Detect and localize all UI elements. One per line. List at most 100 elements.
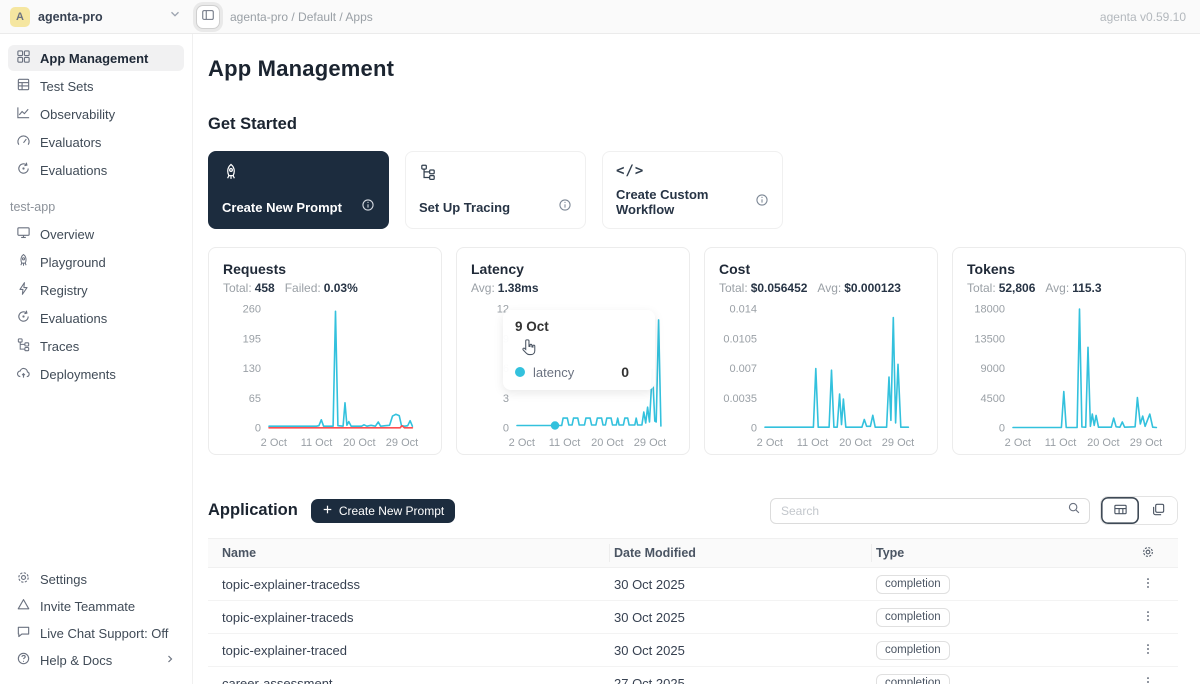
sidebar-item-label: Evaluations	[40, 163, 107, 178]
tooltip-series-row: latency 0	[515, 364, 643, 380]
svg-text:0: 0	[503, 423, 509, 435]
sidebar-item-overview[interactable]: Overview	[8, 221, 184, 247]
row-menu-button[interactable]	[1141, 609, 1155, 626]
top-bar: A agenta-pro agenta-pro / Default / Apps…	[0, 0, 1200, 34]
sidebar-item-invite-teammate[interactable]: Invite Teammate	[8, 593, 184, 619]
svg-text:11 Oct: 11 Oct	[301, 437, 333, 449]
metric-stat: Avg:$0.000123	[817, 281, 901, 295]
metric-stat: Avg:1.38ms	[471, 281, 539, 295]
row-menu-button[interactable]	[1141, 675, 1155, 684]
requests-card: Requests Total:458 Failed:0.03% 26019513…	[208, 247, 442, 455]
info-icon[interactable]	[755, 193, 769, 212]
create-custom-workflow-card[interactable]: </> Create Custom Workflow	[602, 151, 783, 229]
column-settings[interactable]	[1118, 545, 1178, 562]
table-row[interactable]: topic-explainer-traced 30 Oct 2025 compl…	[208, 634, 1178, 667]
card-label: Create Custom Workflow	[616, 187, 755, 217]
plus-icon	[322, 504, 333, 518]
sidebar-item-label: Traces	[40, 339, 79, 354]
column-header-date[interactable]: Date Modified	[610, 544, 872, 562]
svg-text:4500: 4500	[981, 393, 1005, 405]
card-label: Create New Prompt	[222, 200, 342, 215]
cards-view-icon	[1151, 502, 1166, 520]
svg-text:260: 260	[243, 304, 261, 316]
column-header-name[interactable]: Name	[208, 544, 610, 562]
sidebar-collapse-button[interactable]	[196, 5, 220, 29]
metric-title: Requests	[223, 261, 427, 277]
sidebar-item-traces[interactable]: Traces	[8, 333, 184, 359]
info-icon[interactable]	[558, 198, 572, 217]
tooltip-value: 0	[621, 364, 643, 380]
table-row[interactable]: topic-explainer-tracedss 30 Oct 2025 com…	[208, 568, 1178, 601]
sidebar-item-evaluators[interactable]: Evaluators	[8, 129, 184, 155]
app-date: 27 Oct 2025	[610, 676, 872, 684]
table-view-icon	[1113, 502, 1128, 520]
app-name: topic-explainer-tracedss	[208, 577, 610, 592]
metric-stat: Avg:115.3	[1045, 281, 1101, 295]
svg-text:13500: 13500	[974, 333, 1005, 345]
circular-arrow-icon	[16, 161, 31, 179]
row-menu-button[interactable]	[1141, 576, 1155, 593]
sidebar-item-label: Registry	[40, 283, 88, 298]
page-title: App Management	[208, 56, 1178, 82]
info-icon[interactable]	[361, 198, 375, 217]
sidebar-item-evaluations[interactable]: Evaluations	[8, 157, 184, 183]
sidebar-item-settings[interactable]: Settings	[8, 566, 184, 592]
requests-chart[interactable]: 2601951306502 Oct11 Oct20 Oct29 Oct	[223, 301, 427, 451]
sidebar-item-label: Evaluations	[40, 311, 107, 326]
rocket-icon	[222, 163, 375, 186]
app-date: 30 Oct 2025	[610, 610, 872, 625]
question-circle-icon	[16, 651, 31, 669]
svg-text:20 Oct: 20 Oct	[343, 437, 375, 449]
set-up-tracing-card[interactable]: Set Up Tracing	[405, 151, 586, 229]
app-name: career-assessment	[208, 676, 610, 684]
sidebar-item-playground[interactable]: Playground	[8, 249, 184, 275]
sidebar-item-test-sets[interactable]: Test Sets	[8, 73, 184, 99]
main-content: App Management Get Started Create New Pr…	[193, 34, 1200, 684]
workspace-name: agenta-pro	[38, 10, 160, 24]
sidebar-footer: Settings Invite Teammate Live Chat Suppo…	[0, 565, 192, 674]
breadcrumb[interactable]: agenta-pro / Default / Apps	[230, 10, 373, 24]
svg-text:20 Oct: 20 Oct	[1087, 437, 1119, 449]
workspace-selector[interactable]: A agenta-pro	[10, 7, 182, 27]
app-name: topic-explainer-traceds	[208, 610, 610, 625]
series-dot	[515, 367, 525, 377]
sidebar-item-help-docs[interactable]: Help & Docs	[8, 647, 184, 673]
metric-title: Tokens	[967, 261, 1171, 277]
row-menu-button[interactable]	[1141, 642, 1155, 659]
sidebar-item-live-chat[interactable]: Live Chat Support: Off	[8, 620, 184, 646]
type-badge: completion	[876, 674, 950, 684]
sidebar-item-label: Evaluators	[40, 135, 101, 150]
sidebar-item-label: Test Sets	[40, 79, 93, 94]
svg-text:2 Oct: 2 Oct	[509, 437, 535, 449]
sidebar-item-evaluations-app[interactable]: Evaluations	[8, 305, 184, 331]
get-started-cards: Create New Prompt Set Up Tracing </> Cre…	[208, 151, 1178, 229]
svg-text:0.014: 0.014	[729, 304, 757, 316]
search-icon[interactable]	[1067, 501, 1081, 520]
svg-text:29 Oct: 29 Oct	[386, 437, 418, 449]
table-view-button[interactable]	[1101, 497, 1139, 524]
cost-chart[interactable]: 0.0140.01050.0070.003502 Oct11 Oct20 Oct…	[719, 301, 923, 451]
view-toggle	[1100, 496, 1178, 525]
search-input[interactable]	[781, 504, 1067, 518]
tokens-chart[interactable]: 18000135009000450002 Oct11 Oct20 Oct29 O…	[967, 301, 1171, 451]
column-header-type[interactable]: Type	[872, 544, 1118, 562]
sidebar-item-label: Settings	[40, 572, 87, 587]
svg-text:130: 130	[243, 363, 261, 375]
table-row[interactable]: topic-explainer-traceds 30 Oct 2025 comp…	[208, 601, 1178, 634]
sidebar-item-label: Help & Docs	[40, 653, 112, 668]
table-row[interactable]: career-assessment 27 Oct 2025 completion	[208, 667, 1178, 684]
invite-icon	[16, 597, 31, 615]
sidebar-item-deployments[interactable]: Deployments	[8, 361, 184, 387]
create-new-prompt-card[interactable]: Create New Prompt	[208, 151, 389, 229]
svg-text:29 Oct: 29 Oct	[1130, 437, 1162, 449]
create-new-prompt-button[interactable]: Create New Prompt	[311, 499, 455, 523]
metric-cards: Requests Total:458 Failed:0.03% 26019513…	[208, 247, 1178, 455]
sidebar-item-registry[interactable]: Registry	[8, 277, 184, 303]
chart-tooltip: 9 Oct latency 0	[503, 310, 655, 390]
svg-text:29 Oct: 29 Oct	[882, 437, 914, 449]
sidebar-item-observability[interactable]: Observability	[8, 101, 184, 127]
sidebar-item-app-management[interactable]: App Management	[8, 45, 184, 71]
card-view-button[interactable]	[1139, 497, 1177, 524]
svg-text:2 Oct: 2 Oct	[1005, 437, 1031, 449]
svg-text:2 Oct: 2 Oct	[757, 437, 783, 449]
